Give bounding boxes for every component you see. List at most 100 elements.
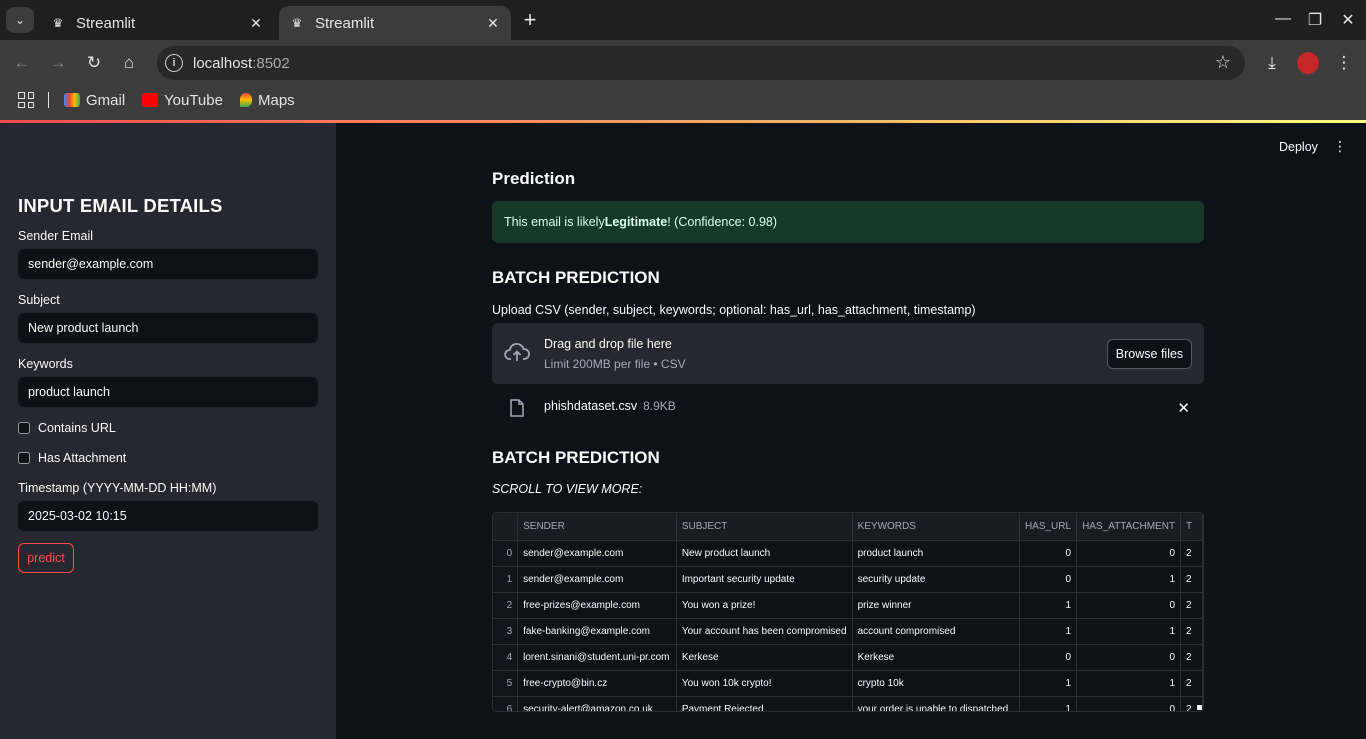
deploy-button[interactable]: Deploy bbox=[1279, 140, 1318, 154]
home-icon[interactable]: ⌂ bbox=[118, 52, 140, 74]
new-tab-button[interactable]: + bbox=[518, 9, 542, 31]
tab-title: Streamlit bbox=[315, 14, 375, 32]
column-header[interactable]: KEYWORDS bbox=[852, 513, 1020, 541]
table-cell[interactable]: sender@example.com bbox=[517, 566, 677, 593]
table-cell[interactable]: 1 bbox=[1076, 670, 1182, 697]
table-cell[interactable]: your order is unable to dispatched bbox=[852, 696, 1020, 711]
table-cell[interactable]: 1 bbox=[1019, 670, 1078, 697]
sidebar-heading: INPUT EMAIL DETAILS bbox=[18, 195, 223, 216]
restore-icon[interactable]: ❐ bbox=[1305, 10, 1325, 30]
table-cell[interactable]: free-prizes@example.com bbox=[517, 592, 677, 619]
file-dropzone[interactable]: Drag and drop file here Limit 200MB per … bbox=[492, 323, 1204, 384]
prediction-title: Prediction bbox=[492, 169, 576, 188]
table-cell[interactable]: fake-banking@example.com bbox=[517, 618, 677, 645]
table-cell[interactable]: Important security update bbox=[676, 566, 853, 593]
subject-label: Subject bbox=[18, 293, 60, 307]
table-cell[interactable]: product launch bbox=[852, 540, 1020, 567]
table-cell[interactable]: You won a prize! bbox=[676, 592, 853, 619]
table-cell[interactable]: sender@example.com bbox=[517, 540, 677, 567]
table-cell[interactable]: 0 bbox=[1076, 644, 1182, 671]
column-header[interactable] bbox=[493, 513, 519, 541]
table-cell[interactable]: New product launch bbox=[676, 540, 853, 567]
streamlit-favicon-icon: ♛ bbox=[291, 16, 303, 30]
table-cell[interactable]: 1 bbox=[1019, 618, 1078, 645]
contains-url-checkbox[interactable]: Contains URL bbox=[18, 421, 116, 435]
browser-menu-icon[interactable]: ⋮ bbox=[1333, 52, 1355, 74]
scrollbar-corner[interactable] bbox=[1197, 705, 1202, 710]
table-cell[interactable]: 0 bbox=[1019, 644, 1078, 671]
table-cell[interactable]: 0 bbox=[1076, 540, 1182, 567]
table-row: 6 security-alert@amazon.co.uk Payment Re… bbox=[493, 696, 1203, 711]
table-cell[interactable]: 0 bbox=[1019, 566, 1078, 593]
table-cell[interactable]: You won 10k crypto! bbox=[676, 670, 853, 697]
table-cell[interactable]: crypto 10k bbox=[852, 670, 1020, 697]
table-row: 0 sender@example.com New product launch … bbox=[493, 540, 1203, 567]
batch-prediction-title-2: BATCH PREDICTION bbox=[492, 448, 660, 467]
table-cell[interactable]: account compromised bbox=[852, 618, 1020, 645]
remove-file-icon[interactable]: ✕ bbox=[1177, 399, 1190, 417]
keywords-input[interactable]: product launch bbox=[18, 377, 318, 407]
table-cell[interactable]: prize winner bbox=[852, 592, 1020, 619]
youtube-icon bbox=[142, 93, 158, 107]
checkbox-box[interactable] bbox=[18, 452, 30, 464]
table-cell[interactable]: lorent.sinani@student.uni-pr.com bbox=[517, 644, 677, 671]
subject-input[interactable]: New product launch bbox=[18, 313, 318, 343]
table-cell[interactable]: 2 bbox=[1180, 592, 1203, 619]
browse-files-button[interactable]: Browse files bbox=[1107, 339, 1192, 369]
window-close-icon[interactable]: ✕ bbox=[1338, 10, 1358, 30]
table-cell[interactable]: Kerkese bbox=[676, 644, 853, 671]
bookmark-maps[interactable]: Maps bbox=[240, 88, 295, 112]
column-header[interactable]: HAS_URL bbox=[1019, 513, 1078, 541]
table-cell[interactable]: 2 bbox=[1180, 540, 1203, 567]
row-index: 3 bbox=[493, 618, 519, 645]
back-arrow-icon[interactable]: ← bbox=[11, 52, 33, 74]
address-bar[interactable]: i localhost:8502 ☆ bbox=[157, 46, 1245, 80]
bookmark-youtube[interactable]: YouTube bbox=[142, 88, 223, 112]
table-cell[interactable]: security-alert@amazon.co.uk bbox=[517, 696, 677, 711]
table-header-row: SENDER SUBJECT KEYWORDS HAS_URL HAS_ATTA… bbox=[493, 513, 1203, 541]
browser-tab-active[interactable]: ♛ Streamlit ✕ bbox=[279, 6, 511, 40]
reload-icon[interactable]: ↻ bbox=[83, 52, 105, 74]
table-cell[interactable]: 0 bbox=[1019, 540, 1078, 567]
timestamp-input[interactable]: 2025-03-02 10:15 bbox=[18, 501, 318, 531]
site-info-icon[interactable]: i bbox=[165, 54, 183, 72]
column-header[interactable]: SUBJECT bbox=[676, 513, 853, 541]
column-header[interactable]: HAS_ATTACHMENT bbox=[1076, 513, 1182, 541]
has-attachment-checkbox[interactable]: Has Attachment bbox=[18, 451, 126, 465]
profile-avatar[interactable] bbox=[1297, 52, 1319, 74]
table-cell[interactable]: 0 bbox=[1076, 592, 1182, 619]
table-cell[interactable]: 1 bbox=[1076, 618, 1182, 645]
checkbox-box[interactable] bbox=[18, 422, 30, 434]
table-cell[interactable]: 2 bbox=[1180, 618, 1203, 645]
minimize-icon[interactable]: — bbox=[1273, 10, 1293, 28]
table-cell[interactable]: free-crypto@bin.cz bbox=[517, 670, 677, 697]
table-cell[interactable]: 1 bbox=[1076, 566, 1182, 593]
apps-grid-icon[interactable] bbox=[18, 92, 34, 108]
table-cell[interactable]: 2 bbox=[1180, 644, 1203, 671]
sender-email-input[interactable]: sender@example.com bbox=[18, 249, 318, 279]
tab-search-button[interactable]: ⌄ bbox=[6, 7, 34, 33]
table-cell[interactable]: security update bbox=[852, 566, 1020, 593]
bookmark-star-icon[interactable]: ☆ bbox=[1215, 52, 1231, 73]
table-cell[interactable]: 0 bbox=[1076, 696, 1182, 711]
table-cell[interactable]: 2 bbox=[1180, 670, 1203, 697]
bookmark-gmail[interactable]: Gmail bbox=[64, 88, 125, 112]
table-cell[interactable]: Your account has been compromised bbox=[676, 618, 853, 645]
browser-tab-inactive[interactable]: ♛ Streamlit ✕ bbox=[40, 6, 274, 40]
table-cell[interactable]: Kerkese bbox=[852, 644, 1020, 671]
column-header[interactable]: T bbox=[1180, 513, 1203, 541]
tab-close-icon[interactable]: ✕ bbox=[248, 15, 264, 32]
column-header[interactable]: SENDER bbox=[517, 513, 677, 541]
table-cell[interactable]: 1 bbox=[1019, 696, 1078, 711]
download-icon[interactable]: ⤓ bbox=[1261, 52, 1283, 74]
forward-arrow-icon[interactable]: → bbox=[47, 52, 69, 74]
table-cell[interactable]: 1 bbox=[1019, 592, 1078, 619]
predict-button[interactable]: predict bbox=[18, 543, 74, 573]
app-menu-icon[interactable]: ⋮ bbox=[1333, 138, 1347, 154]
bookmark-separator bbox=[48, 92, 49, 108]
tab-close-icon[interactable]: ✕ bbox=[485, 15, 501, 32]
table-cell[interactable]: 2 bbox=[1180, 566, 1203, 593]
results-dataframe[interactable]: SENDER SUBJECT KEYWORDS HAS_URL HAS_ATTA… bbox=[492, 512, 1204, 712]
prediction-result-alert: This email is likely Legitimate! (Confid… bbox=[492, 201, 1204, 243]
table-cell[interactable]: Payment Rejected bbox=[676, 696, 853, 711]
